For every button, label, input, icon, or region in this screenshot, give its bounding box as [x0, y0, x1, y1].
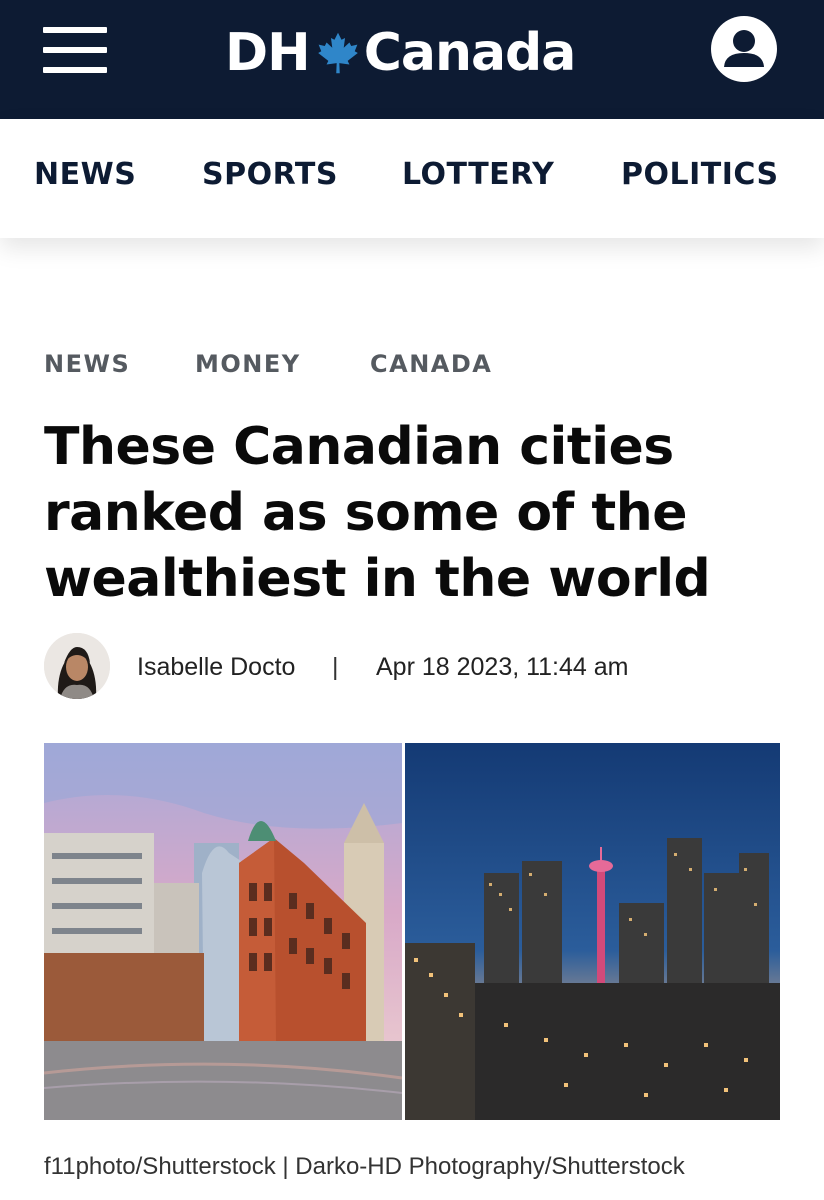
breadcrumb-money[interactable]: MONEY [195, 348, 301, 380]
author-photo [44, 633, 110, 699]
logo-text-dh: DH [225, 23, 311, 83]
publish-date: Apr 18 2023, 11:44 am [376, 653, 629, 681]
nav-item-sports[interactable]: SPORTS [202, 155, 338, 195]
nav-item-news[interactable]: NEWS [34, 155, 136, 195]
user-account-icon[interactable] [711, 16, 777, 82]
breadcrumb-canada[interactable]: CANADA [370, 348, 492, 380]
author-name[interactable]: Isabelle Docto [137, 650, 295, 684]
maple-leaf-icon [317, 32, 358, 74]
author-avatar[interactable] [44, 633, 110, 699]
site-logo[interactable]: DH Canada [225, 18, 605, 88]
byline-separator: | [332, 653, 339, 681]
nav-item-lottery[interactable]: LOTTERY [402, 155, 554, 195]
article-hero-image [44, 743, 780, 1120]
hamburger-menu-icon[interactable] [43, 27, 107, 73]
city-skyline-photos [44, 743, 780, 1120]
nav-item-politics[interactable]: POLITICS [621, 155, 779, 195]
image-caption: f11photo/Shutterstock | Darko-HD Photogr… [44, 1153, 685, 1180]
breadcrumb-news[interactable]: NEWS [44, 348, 130, 380]
article-title: These Canadian cities ranked as some of … [44, 417, 711, 609]
top-header-bar: DH Canada [0, 0, 824, 119]
section-nav: NEWS SPORTS LOTTERY POLITICS [0, 119, 824, 238]
logo-text-canada: Canada [363, 23, 577, 83]
